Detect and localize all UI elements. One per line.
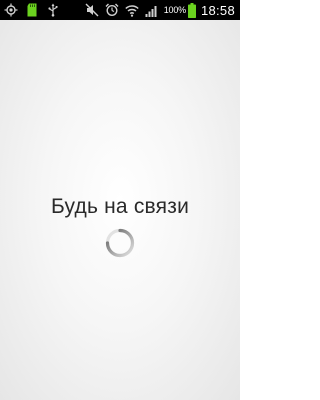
usb-icon [45,2,61,18]
spinner-icon [104,227,136,259]
mute-icon [84,2,100,18]
battery-percent: 100% [163,5,186,15]
wifi-icon [124,2,140,18]
alarm-icon [104,2,120,18]
status-bar-left [3,2,66,18]
splash-title: Будь на связи [50,195,189,218]
location-icon [3,2,19,18]
status-bar: 100% 18:58 [0,0,240,20]
battery-icon [188,2,197,18]
status-clock: 18:58 [200,2,235,18]
app-screen: 100% 18:58 Будь на связи [0,0,240,400]
splash-content: Будь на связи [0,20,240,400]
sd-card-icon [24,2,40,18]
status-bar-right: 100% 18:58 [84,2,237,18]
signal-icon [144,2,160,18]
